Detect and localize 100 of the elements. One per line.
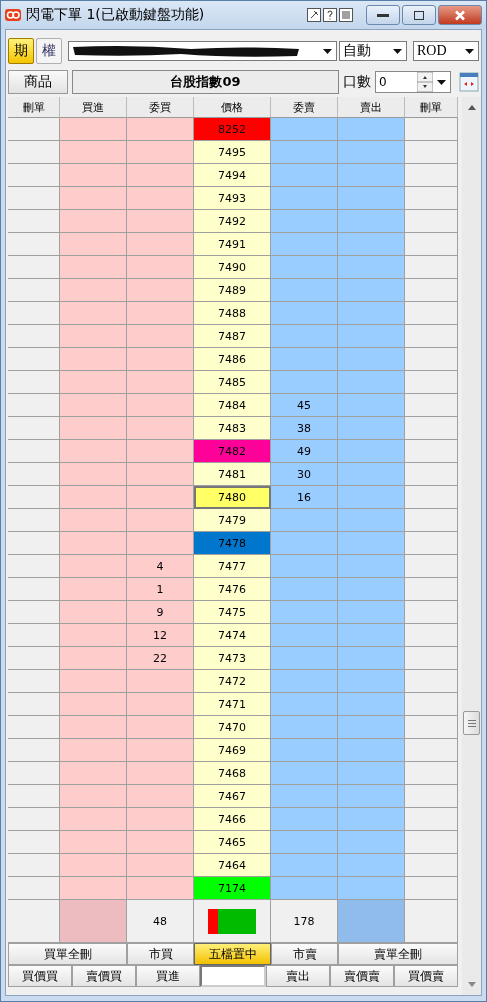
quantity-field[interactable]: 0	[375, 71, 451, 93]
mode-dropdown[interactable]: 自動	[339, 41, 407, 61]
scrollbar[interactable]	[462, 97, 481, 995]
delete-cell[interactable]	[8, 210, 60, 233]
buy-cell[interactable]	[60, 555, 127, 578]
buy-cell[interactable]	[60, 302, 127, 325]
delete-cell[interactable]	[405, 624, 458, 647]
delete-cell[interactable]	[8, 164, 60, 187]
delete-cell[interactable]	[8, 509, 60, 532]
delete-cell[interactable]	[8, 831, 60, 854]
buy-cell[interactable]	[60, 118, 127, 141]
buy-cell[interactable]	[60, 693, 127, 716]
sell-cell[interactable]	[338, 739, 405, 762]
window-toggle-icon[interactable]	[459, 72, 479, 92]
delete-cell[interactable]	[8, 693, 60, 716]
buy-cell[interactable]	[60, 624, 127, 647]
dropdown-arrow-icon[interactable]	[465, 48, 474, 54]
buy-cell[interactable]	[60, 463, 127, 486]
dropdown-arrow-icon[interactable]	[323, 48, 332, 54]
delete-cell[interactable]	[8, 348, 60, 371]
delete-cell[interactable]	[405, 417, 458, 440]
delete-cell[interactable]	[405, 854, 458, 877]
delete-cell[interactable]	[8, 302, 60, 325]
delete-cell[interactable]	[8, 555, 60, 578]
delete-cell[interactable]	[405, 601, 458, 624]
buy-cell[interactable]	[60, 739, 127, 762]
sell-cell[interactable]	[338, 716, 405, 739]
delete-cell[interactable]	[405, 808, 458, 831]
delete-cell[interactable]	[8, 624, 60, 647]
delete-cell[interactable]	[405, 164, 458, 187]
delete-cell[interactable]	[405, 463, 458, 486]
help-icon[interactable]	[323, 8, 337, 22]
sell-cell[interactable]	[338, 256, 405, 279]
delete-cell[interactable]	[405, 877, 458, 900]
buy-cell[interactable]	[60, 141, 127, 164]
sell-cell[interactable]	[338, 762, 405, 785]
buy-cell[interactable]	[60, 325, 127, 348]
buy-cell[interactable]	[60, 509, 127, 532]
delete-cell[interactable]	[405, 233, 458, 256]
order-button[interactable]: 賣價賣	[330, 965, 394, 987]
buy-cell[interactable]	[60, 762, 127, 785]
sell-cell[interactable]	[338, 187, 405, 210]
sell-cell[interactable]	[338, 394, 405, 417]
delete-cell[interactable]	[8, 854, 60, 877]
buy-cell[interactable]	[60, 785, 127, 808]
sell-cell[interactable]	[338, 854, 405, 877]
order-type-dropdown[interactable]: ROD	[413, 41, 479, 61]
sell-cell[interactable]	[338, 831, 405, 854]
delete-cell[interactable]	[405, 739, 458, 762]
sell-cell[interactable]	[338, 785, 405, 808]
delete-cell[interactable]	[405, 785, 458, 808]
sell-cell[interactable]	[338, 302, 405, 325]
delete-cell[interactable]	[405, 670, 458, 693]
account-dropdown[interactable]	[68, 41, 337, 61]
delete-cell[interactable]	[8, 417, 60, 440]
buy-cell[interactable]	[60, 348, 127, 371]
market-tab[interactable]: 權	[36, 38, 62, 64]
sell-cell[interactable]	[338, 555, 405, 578]
close-button[interactable]	[438, 5, 482, 25]
sell-cell[interactable]	[338, 532, 405, 555]
spinner-icon[interactable]	[417, 72, 433, 92]
buy-cell[interactable]	[60, 647, 127, 670]
buy-cell[interactable]	[60, 486, 127, 509]
delete-cell[interactable]	[405, 118, 458, 141]
buy-cell[interactable]	[60, 716, 127, 739]
buy-cell[interactable]	[60, 831, 127, 854]
dropdown-arrow-icon[interactable]	[393, 48, 402, 54]
sell-cell[interactable]	[338, 233, 405, 256]
delete-cell[interactable]	[8, 601, 60, 624]
delete-cell[interactable]	[8, 187, 60, 210]
delete-cell[interactable]	[405, 762, 458, 785]
sell-cell[interactable]	[338, 325, 405, 348]
delete-cell[interactable]	[405, 371, 458, 394]
delete-cell[interactable]	[8, 578, 60, 601]
delete-cell[interactable]	[405, 187, 458, 210]
order-button[interactable]: 買價買	[8, 965, 72, 987]
sell-cell[interactable]	[338, 647, 405, 670]
buy-cell[interactable]	[60, 164, 127, 187]
buy-cell[interactable]	[60, 210, 127, 233]
delete-cell[interactable]	[8, 394, 60, 417]
buy-cell[interactable]	[60, 670, 127, 693]
delete-cell[interactable]	[405, 348, 458, 371]
delete-cell[interactable]	[405, 578, 458, 601]
delete-cell[interactable]	[405, 716, 458, 739]
sell-cell[interactable]	[338, 118, 405, 141]
sell-cell[interactable]	[338, 670, 405, 693]
sell-cell[interactable]	[338, 141, 405, 164]
buy-cell[interactable]	[60, 279, 127, 302]
delete-cell[interactable]	[405, 532, 458, 555]
price-input[interactable]	[200, 965, 266, 987]
buy-cell[interactable]	[60, 187, 127, 210]
delete-cell[interactable]	[405, 693, 458, 716]
sell-cell[interactable]	[338, 509, 405, 532]
action-button[interactable]: 買單全刪	[8, 943, 127, 965]
delete-cell[interactable]	[8, 647, 60, 670]
delete-cell[interactable]	[405, 509, 458, 532]
delete-cell[interactable]	[8, 325, 60, 348]
sell-cell[interactable]	[338, 463, 405, 486]
delete-cell[interactable]	[8, 785, 60, 808]
sell-cell[interactable]	[338, 417, 405, 440]
